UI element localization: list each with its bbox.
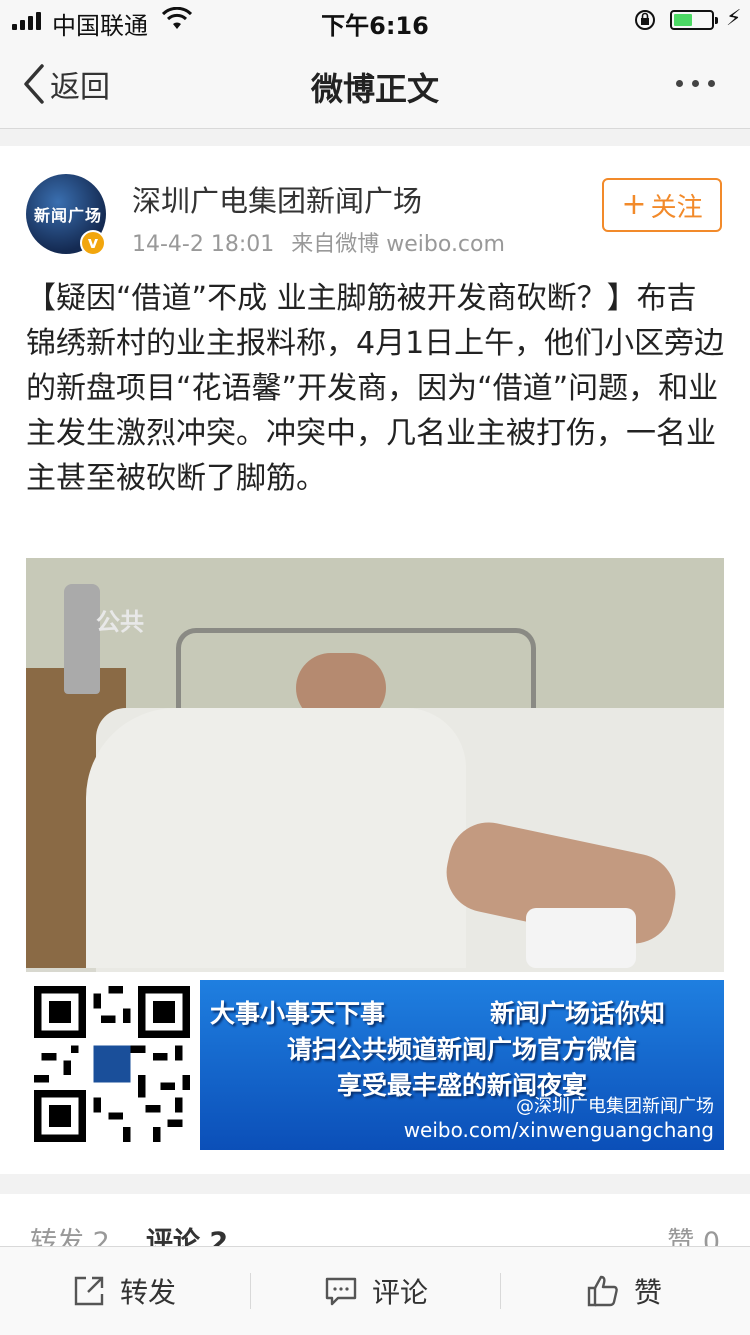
battery-icon (670, 10, 718, 30)
comment-label: 评论 (372, 1276, 429, 1309)
plus-icon: + (621, 187, 647, 222)
banner-url: weibo.com/xinwenguangchang (403, 1118, 714, 1142)
promo-banner: 大事小事天下事 新闻广场话你知 请扫公共频道新闻广场官方微信 享受最丰盛的新闻夜… (200, 980, 724, 1150)
post-source: 来自微博 weibo.com (291, 232, 505, 257)
post-stats-tabs: 转发 2 评论 2 赞 0 (0, 1194, 750, 1250)
nav-bar: 返回 微博正文 (0, 40, 750, 129)
share-icon (74, 1276, 104, 1306)
comment-button[interactable]: 评论 (324, 1247, 428, 1335)
like-label: 赞 (634, 1276, 663, 1309)
banner-line-2: 请扫公共频道新闻广场官方微信 (286, 1035, 637, 1064)
avatar-logo-text: 新闻广场 (34, 206, 103, 225)
channel-watermark: 公共 (96, 608, 144, 636)
charging-icon: ⚡ (726, 6, 742, 31)
thumbs-up-icon (587, 1275, 618, 1307)
follow-button[interactable]: + 关注 (602, 178, 722, 232)
post-text: 【疑因“借道”不成 业主脚筋被开发商砍断？】布吉锦绣新村的业主报料称，4月1日上… (26, 281, 725, 496)
bottom-toolbar: 转发 评论 赞 (0, 1246, 750, 1335)
repost-label: 转发 (120, 1276, 177, 1309)
status-bar: 中国联通 下午6:16 ⚡ (0, 0, 750, 40)
repost-button[interactable]: 转发 (72, 1247, 176, 1335)
banner-line-1b: 新闻广场话你知 (490, 999, 666, 1028)
comment-icon (325, 1277, 357, 1306)
toolbar-divider (250, 1273, 251, 1309)
rotation-lock-icon (633, 8, 657, 36)
like-button[interactable]: 赞 (586, 1247, 662, 1335)
verified-badge-icon: v (80, 230, 106, 256)
hospital-photo: 公共 (26, 558, 724, 972)
post-card: 新闻广场 v 深圳广电集团新闻广场 14-4-2 18:01 来自微博 weib… (0, 146, 750, 1174)
post-meta: 14-4-2 18:01 来自微博 weibo.com (132, 226, 505, 258)
username[interactable]: 深圳广电集团新闻广场 (132, 178, 422, 220)
post-image[interactable]: 公共 大事小事天下事 新闻广场话你知 请扫公共频道新闻广场官方微信 享受最丰盛的… (26, 558, 724, 1150)
page-title: 微博正文 (310, 70, 439, 108)
promo-banner-area: 大事小事天下事 新闻广场话你知 请扫公共频道新闻广场官方微信 享受最丰盛的新闻夜… (26, 978, 724, 1150)
post-timestamp: 14-4-2 18:01 (132, 232, 275, 257)
qr-code-icon (34, 986, 190, 1142)
follow-label: 关注 (650, 192, 703, 223)
banner-handle: @深圳广电集团新闻广场 (516, 1096, 714, 1117)
toolbar-divider (500, 1273, 501, 1309)
more-options-icon[interactable] (676, 80, 715, 87)
